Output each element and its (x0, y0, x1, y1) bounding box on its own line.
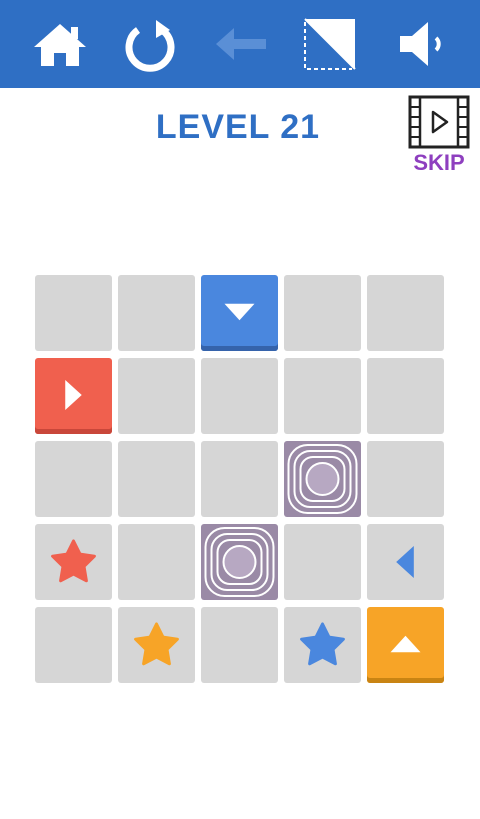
portal-cell[interactable] (284, 441, 361, 517)
home-icon (34, 24, 86, 66)
undo-arrow-icon (216, 28, 266, 60)
board-cell[interactable] (35, 607, 112, 683)
board-cell[interactable] (367, 275, 444, 351)
board-cell[interactable] (118, 607, 195, 683)
blue-block-down[interactable] (201, 275, 278, 351)
skip-label: SKIP (413, 150, 465, 175)
board-cell[interactable] (118, 358, 195, 434)
blue-direction-arrow-left-icon (396, 546, 414, 578)
undo-button[interactable] (210, 14, 270, 74)
sound-icon (400, 22, 441, 66)
board-cell[interactable] (367, 441, 444, 517)
board-cell[interactable] (367, 358, 444, 434)
board-cell[interactable] (201, 358, 278, 434)
board-cell[interactable] (284, 607, 361, 683)
board-cell[interactable] (367, 524, 444, 600)
board-cell[interactable] (118, 441, 195, 517)
board-cell[interactable] (201, 607, 278, 683)
sound-button[interactable] (392, 14, 452, 74)
board-cell[interactable] (284, 275, 361, 351)
arrow-right-icon (65, 380, 82, 410)
portal-cell[interactable] (201, 524, 278, 600)
video-play-icon (408, 95, 470, 149)
skip-button[interactable]: SKIP (404, 94, 474, 178)
portal-icon (287, 444, 358, 514)
top-toolbar (0, 0, 480, 88)
home-button[interactable] (30, 14, 90, 74)
restart-icon (125, 20, 175, 72)
red-block-right[interactable] (35, 358, 112, 434)
orange-star-icon (134, 622, 179, 666)
blue-star-icon (300, 622, 345, 666)
restart-button[interactable] (120, 14, 180, 74)
board-cell[interactable] (201, 441, 278, 517)
board-cell[interactable] (35, 524, 112, 600)
portal-icon (204, 527, 275, 597)
hint-square-icon (304, 18, 356, 70)
board-cell[interactable] (284, 358, 361, 434)
board-cell[interactable] (284, 524, 361, 600)
red-star-icon (51, 539, 96, 583)
orange-block-up[interactable] (367, 607, 444, 683)
hint-button[interactable] (300, 14, 360, 74)
board-cell[interactable] (35, 275, 112, 351)
board-cell[interactable] (35, 441, 112, 517)
game-board (35, 275, 445, 685)
arrow-up-icon (390, 635, 421, 653)
board-cell[interactable] (118, 524, 195, 600)
arrow-down-icon (224, 303, 255, 321)
board-cell[interactable] (118, 275, 195, 351)
